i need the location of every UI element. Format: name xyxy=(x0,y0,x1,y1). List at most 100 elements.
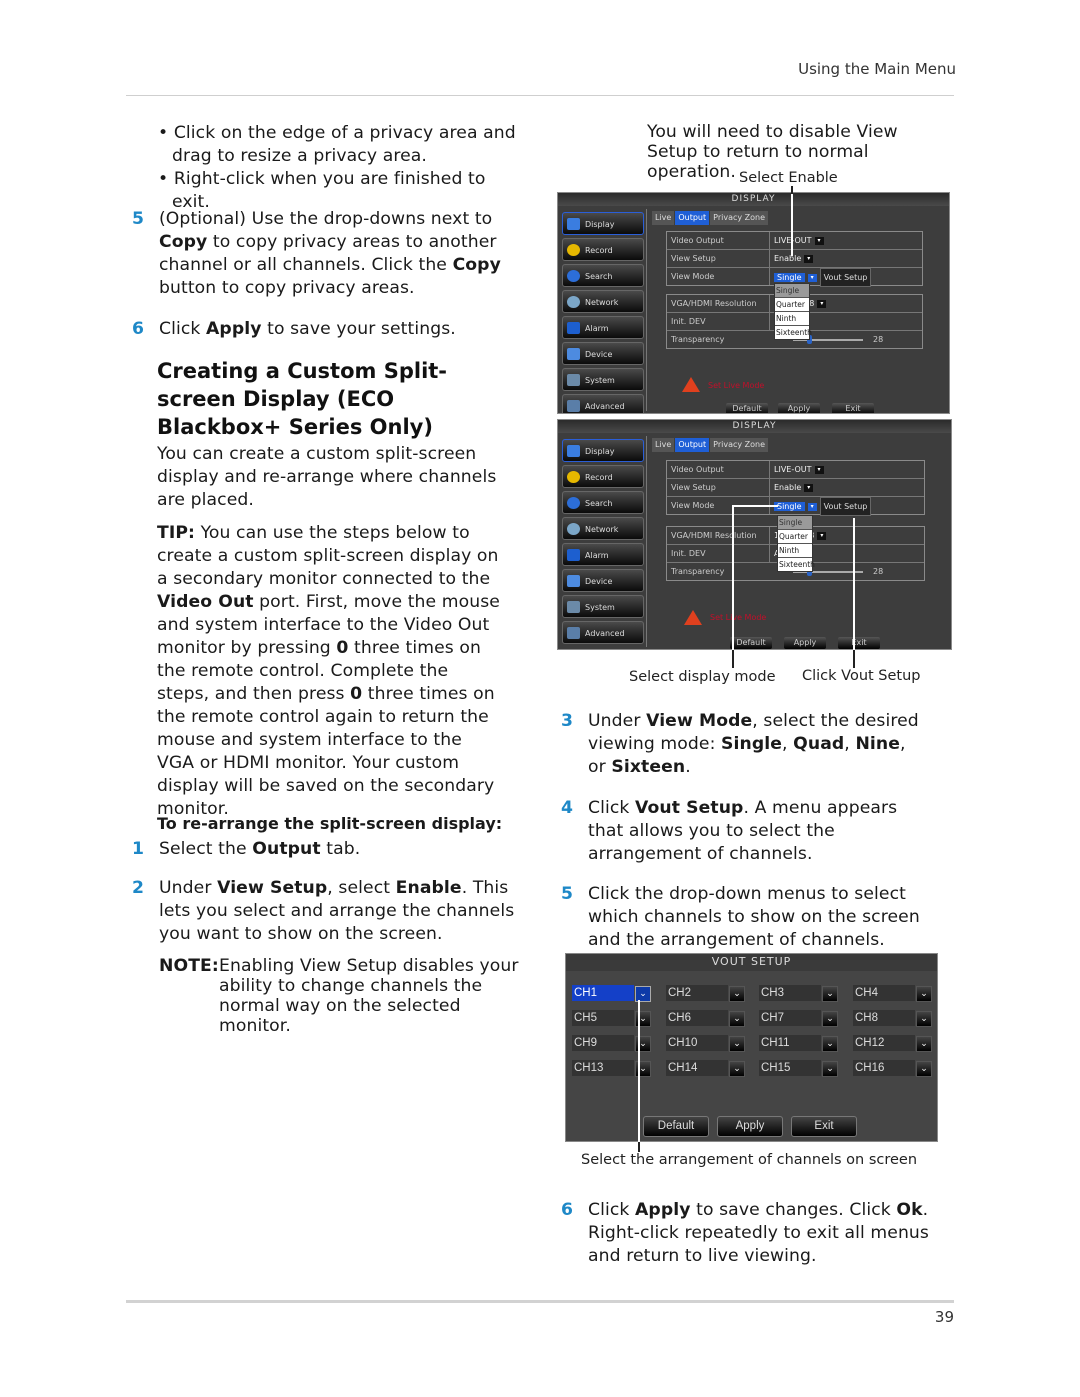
option-sixteenth[interactable]: Sixteenth xyxy=(775,326,812,339)
tab-output[interactable]: Output xyxy=(675,211,710,225)
tab-live[interactable]: Live xyxy=(652,211,675,225)
sidebar-item-network[interactable]: Network xyxy=(562,290,644,313)
sidebar-item-advanced[interactable]: Advanced xyxy=(562,621,644,644)
sidebar-item-system[interactable]: System xyxy=(562,368,644,391)
tab-privacy-zone[interactable]: Privacy Zone xyxy=(710,211,769,225)
vout-setup-button[interactable]: Vout Setup xyxy=(819,497,872,516)
option-single[interactable]: Single xyxy=(778,516,812,530)
channel-select-ch14[interactable]: CH14 xyxy=(666,1060,728,1076)
tip-bold: Video Out xyxy=(157,592,254,612)
exit-button[interactable]: Exit xyxy=(838,637,880,649)
channel-select-ch5[interactable]: CH5 xyxy=(572,1010,634,1026)
chevron-down-icon[interactable]: ▾ xyxy=(807,502,817,511)
view-setup-select[interactable]: Enable xyxy=(774,254,801,263)
channel-select-ch13[interactable]: CH13 xyxy=(572,1060,634,1076)
channel-select-ch12[interactable]: CH12 xyxy=(853,1035,915,1051)
view-mode-select[interactable]: Single xyxy=(774,502,805,511)
sidebar-item-system[interactable]: System xyxy=(562,595,644,618)
sidebar-item-search[interactable]: Search xyxy=(562,264,644,287)
sidebar-label: Device xyxy=(585,350,613,359)
chevron-down-icon[interactable]: ⌄ xyxy=(729,986,745,1002)
channel-select-ch3[interactable]: CH3 xyxy=(759,985,821,1001)
default-button[interactable]: Default xyxy=(726,403,768,413)
vout-setup-button[interactable]: Vout Setup xyxy=(819,268,872,287)
chevron-down-icon[interactable]: ⌄ xyxy=(916,986,932,1002)
chevron-down-icon[interactable]: ⌄ xyxy=(916,1011,932,1027)
chevron-down-icon[interactable]: ⌄ xyxy=(729,1011,745,1027)
chevron-down-icon[interactable]: ⌄ xyxy=(916,1061,932,1077)
apply-button[interactable]: Apply xyxy=(784,637,826,649)
chevron-down-icon[interactable]: ⌄ xyxy=(822,1036,838,1052)
sidebar-item-record[interactable]: Record xyxy=(562,465,644,488)
option-sixteenth[interactable]: Sixteenth xyxy=(778,558,815,571)
view-setup-select[interactable]: Enable xyxy=(774,483,801,492)
sidebar-item-alarm[interactable]: Alarm xyxy=(562,543,644,566)
chevron-down-icon[interactable]: ⌄ xyxy=(916,1036,932,1052)
device-icon xyxy=(567,575,580,587)
chevron-down-icon[interactable]: ⌄ xyxy=(822,1061,838,1077)
option-ninth[interactable]: Ninth xyxy=(778,544,812,558)
sidebar-item-record[interactable]: Record xyxy=(562,238,644,261)
chevron-down-icon[interactable]: ▾ xyxy=(814,465,824,474)
default-button[interactable]: Default xyxy=(643,1116,709,1137)
apply-button[interactable]: Apply xyxy=(717,1116,783,1137)
step-bold: Enable xyxy=(395,878,462,898)
sidebar-item-display[interactable]: Display xyxy=(562,212,644,235)
row-label: Transparency xyxy=(671,567,725,576)
option-ninth[interactable]: Ninth xyxy=(775,312,809,326)
row-label: View Setup xyxy=(671,254,716,263)
chevron-down-icon[interactable]: ▾ xyxy=(804,483,814,492)
sidebar-item-display[interactable]: Display xyxy=(562,439,644,462)
chevron-down-icon[interactable]: ⌄ xyxy=(822,986,838,1002)
sidebar-item-network[interactable]: Network xyxy=(562,517,644,540)
option-single[interactable]: Single xyxy=(775,284,809,298)
row-video-output: Video OutputLIVE-OUT▾ xyxy=(667,232,922,250)
chevron-down-icon[interactable]: ▾ xyxy=(817,531,827,540)
option-quarter[interactable]: Quarter xyxy=(775,298,809,312)
step-number: 5 xyxy=(561,884,574,904)
chevron-down-icon[interactable]: ▾ xyxy=(804,254,814,263)
view-mode-select[interactable]: Single xyxy=(774,273,805,282)
note-text: Enabling View Setup disables your abilit… xyxy=(219,956,519,1036)
channel-select-ch15[interactable]: CH15 xyxy=(759,1060,821,1076)
tab-privacy-zone[interactable]: Privacy Zone xyxy=(710,438,769,452)
exit-button[interactable]: Exit xyxy=(832,403,874,413)
sidebar-item-device[interactable]: Device xyxy=(562,342,644,365)
channel-select-ch6[interactable]: CH6 xyxy=(666,1010,728,1026)
exit-button[interactable]: Exit xyxy=(791,1116,857,1137)
channel-select-ch16[interactable]: CH16 xyxy=(853,1060,915,1076)
tab-output[interactable]: Output xyxy=(675,438,710,452)
default-button[interactable]: Default xyxy=(730,637,772,649)
chevron-down-icon[interactable]: ⌄ xyxy=(822,1011,838,1027)
dvr-title: DISPLAY xyxy=(558,193,949,206)
chevron-down-icon[interactable]: ▾ xyxy=(814,236,824,245)
chevron-down-icon[interactable]: ⌄ xyxy=(729,1061,745,1077)
sidebar-label: Search xyxy=(585,499,613,508)
step-text: , select xyxy=(327,878,396,898)
sidebar-item-alarm[interactable]: Alarm xyxy=(562,316,644,339)
channel-select-ch1[interactable]: CH1 xyxy=(572,985,634,1001)
alarm-icon xyxy=(567,549,580,561)
sidebar-item-advanced[interactable]: Advanced xyxy=(562,394,644,413)
video-output-select[interactable]: LIVE-OUT xyxy=(774,465,812,474)
step-text: Click xyxy=(588,798,636,818)
step-6-apply: 6 Click Apply to save your settings. xyxy=(132,318,504,341)
channel-select-ch8[interactable]: CH8 xyxy=(853,1010,915,1026)
channel-select-ch10[interactable]: CH10 xyxy=(666,1035,728,1051)
channel-select-ch2[interactable]: CH2 xyxy=(666,985,728,1001)
section-heading-wrap: Creating a Custom Split-screen Display (… xyxy=(157,357,502,441)
step-number: 2 xyxy=(132,878,145,898)
option-quarter[interactable]: Quarter xyxy=(778,530,812,544)
apply-button[interactable]: Apply xyxy=(778,403,820,413)
channel-select-ch4[interactable]: CH4 xyxy=(853,985,915,1001)
tab-live[interactable]: Live xyxy=(652,438,675,452)
channel-select-ch9[interactable]: CH9 xyxy=(572,1035,634,1051)
channel-select-ch7[interactable]: CH7 xyxy=(759,1010,821,1026)
step-bold: Nine xyxy=(855,734,901,754)
sidebar-item-search[interactable]: Search xyxy=(562,491,644,514)
channel-select-ch11[interactable]: CH11 xyxy=(759,1035,821,1051)
chevron-down-icon[interactable]: ▾ xyxy=(817,299,827,308)
chevron-down-icon[interactable]: ⌄ xyxy=(729,1036,745,1052)
chevron-down-icon[interactable]: ▾ xyxy=(807,273,817,282)
sidebar-item-device[interactable]: Device xyxy=(562,569,644,592)
